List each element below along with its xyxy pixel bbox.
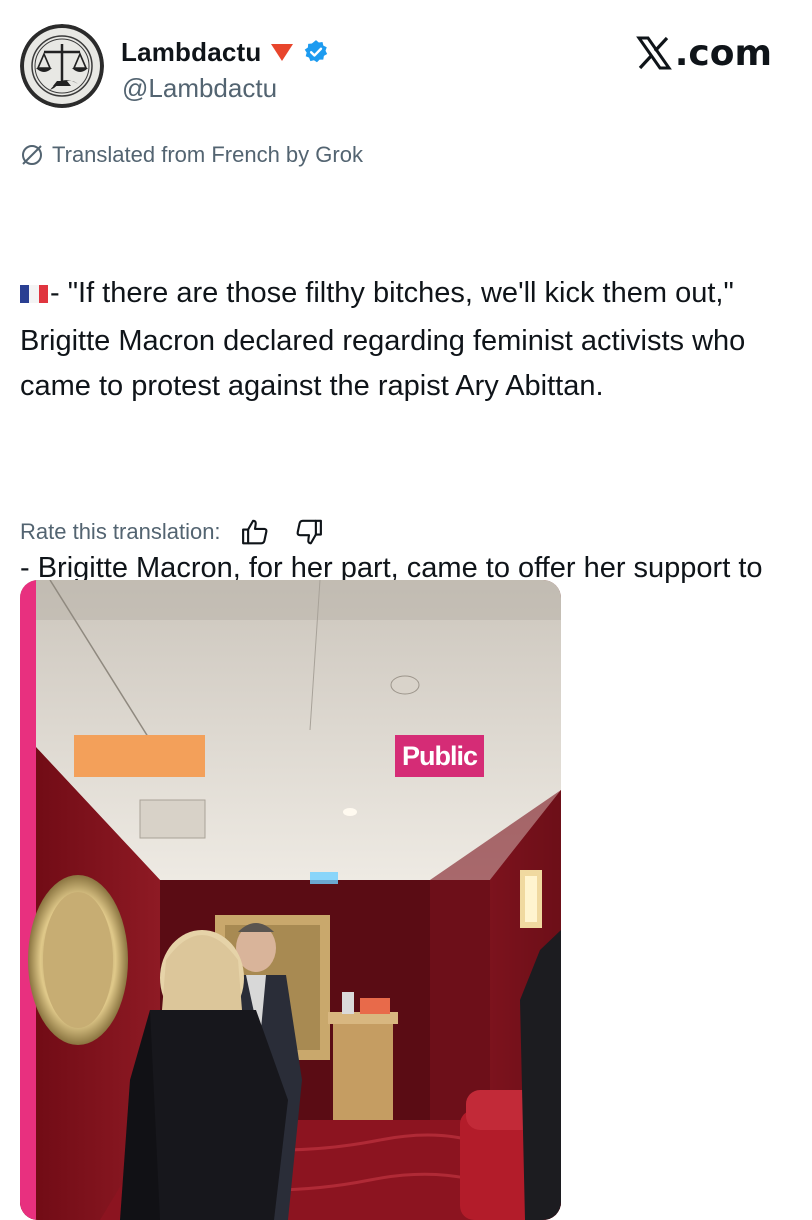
brand-domain: .com [674,32,772,74]
scales-of-justice-logo [20,24,104,108]
author-avatar[interactable] [20,24,104,108]
red-triangle-icon [270,42,294,62]
tweet-paragraph-1-text: - "If there are those filthy bitches, we… [20,277,754,402]
public-logo-badge: Public [395,735,485,777]
author-handle[interactable]: @Lambdactu [122,73,277,104]
thumbs-up-icon[interactable] [235,514,275,550]
author-display-name: Lambdactu [121,36,262,67]
rate-translation-row: Rate this translation: [20,514,343,550]
brand-watermark: .com [635,31,772,75]
translation-notice: Translated from French by Grok [20,141,363,169]
rate-translation-label: Rate this translation: [20,519,221,544]
author-name-row[interactable]: Lambdactu [121,32,329,72]
tweet-paragraph-1: - "If there are those filthy bitches, we… [20,271,792,410]
translation-notice-text: Translated from French by Grok [52,142,363,167]
tweet-media-video[interactable]: Public [20,580,561,1220]
grok-icon [20,143,44,167]
video-orange-label [74,735,205,777]
verified-check-icon [303,39,329,65]
x-logo-icon [635,35,672,71]
france-flag-icon [20,273,48,319]
thumbs-down-icon[interactable] [289,514,329,550]
video-frame-image [20,580,561,1220]
